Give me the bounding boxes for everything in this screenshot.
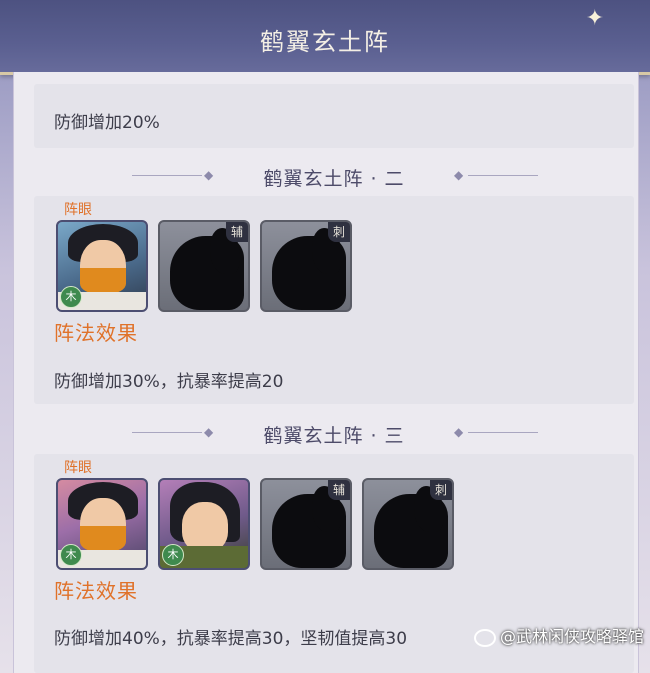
empty-slot-assassin[interactable]: 刺 [260,220,352,312]
hero-mask [80,526,126,552]
empty-slot-support[interactable]: 辅 [158,220,250,312]
diamond-icon: ◆ [454,168,464,182]
wood-element-icon: 木 [60,544,82,566]
title-bar: 鹤翼玄土阵 ✦ [0,0,650,75]
watermark-text: @武林闲侠攻略驿馆 [499,627,644,646]
tier2-card: 阵眼 木 辅 刺 阵法效果 防御增加30%，抗暴率提高20 [34,196,634,404]
weibo-icon [473,628,496,647]
bird-sparkle-icon: ✦ [585,6,604,31]
formation-panel[interactable]: 防御增加20% ◆ 鹤翼玄土阵 · 二 ◆ 阵眼 木 辅 刺 阵法效果 防御增加… [13,72,639,673]
hero-portrait-slot-1[interactable]: 木 [56,478,148,570]
tier2-effect-text: 防御增加30%，抗暴率提高20 [54,372,284,392]
hero-portrait-slot-1[interactable]: 木 [56,220,148,312]
diamond-icon: ◆ [454,425,464,439]
tier3-effect-text: 防御增加40%，抗暴率提高30，坚韧值提高30 [54,629,408,649]
tier3-header: ◆ 鹤翼玄土阵 · 三 ◆ [34,417,634,447]
tier1-effect-text: 防御增加20% [54,113,160,133]
divider-line [468,175,538,176]
role-assassin-tag: 刺 [430,480,452,500]
tier2-header: ◆ 鹤翼玄土阵 · 二 ◆ [34,160,634,190]
empty-slot-assassin[interactable]: 刺 [362,478,454,570]
effect-label: 阵法效果 [54,579,138,603]
empty-slot-support[interactable]: 辅 [260,478,352,570]
role-support-tag: 辅 [328,480,350,500]
watermark: @武林闲侠攻略驿馆 [473,623,644,647]
tier2-title: 鹤翼玄土阵 · 二 [263,168,405,190]
tier3-title: 鹤翼玄土阵 · 三 [263,425,405,447]
page-title: 鹤翼玄土阵 [260,28,390,56]
hero-portrait-slot-2[interactable]: 木 [158,478,250,570]
role-support-tag: 辅 [226,222,248,242]
hero-mask [80,268,126,294]
divider-line [468,432,538,433]
formation-eye-label: 阵眼 [64,202,92,218]
wood-element-icon: 木 [60,286,82,308]
role-assassin-tag: 刺 [328,222,350,242]
tier1-card: 防御增加20% [34,84,634,148]
wood-element-icon: 木 [162,544,184,566]
hero-face [182,502,228,552]
effect-label: 阵法效果 [54,321,138,345]
formation-eye-label: 阵眼 [64,460,92,476]
